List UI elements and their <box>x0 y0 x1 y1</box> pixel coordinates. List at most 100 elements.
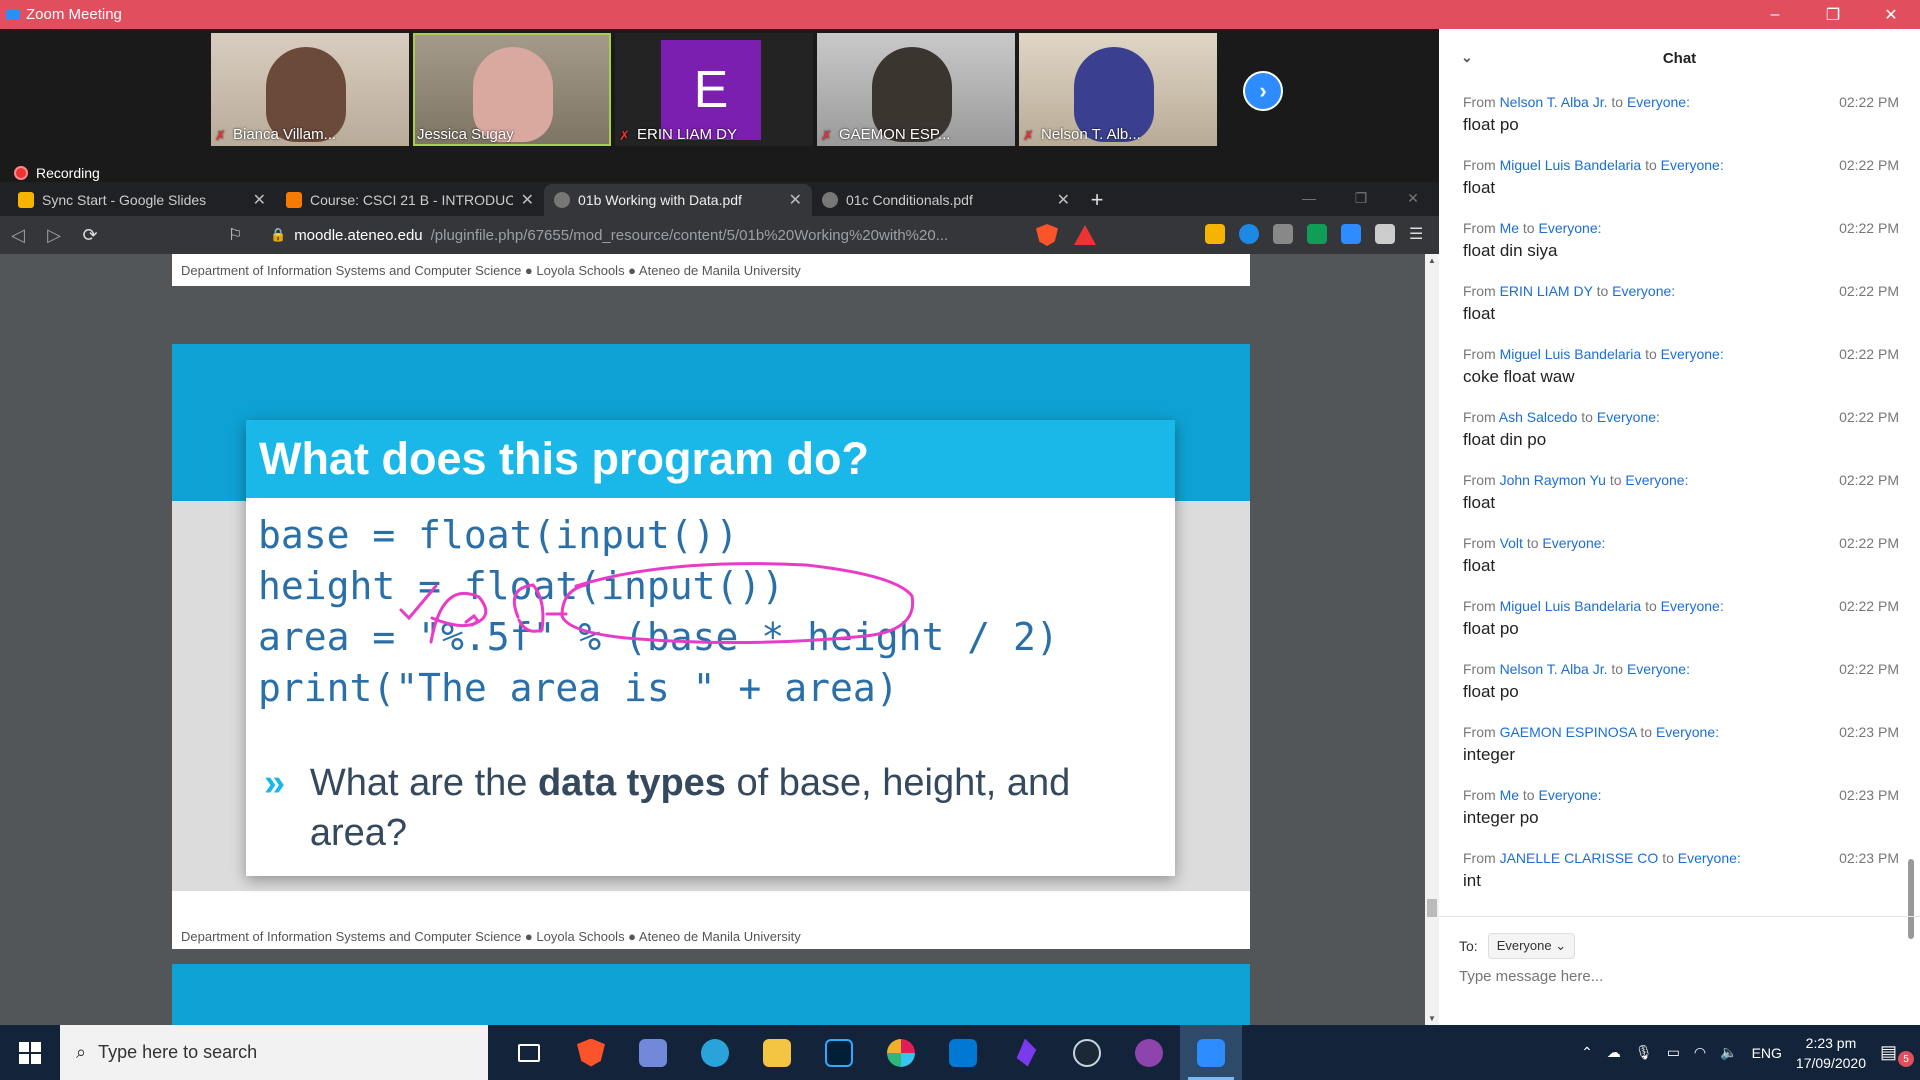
onedrive-icon[interactable]: ☁ <box>1607 1044 1621 1061</box>
recipient-name[interactable]: Everyone <box>1678 850 1737 866</box>
browser-close-button[interactable]: ✕ <box>1387 182 1439 214</box>
recipient-name[interactable]: Everyone <box>1661 157 1720 173</box>
close-button[interactable]: ✕ <box>1862 0 1920 29</box>
recipient-name[interactable]: Everyone <box>1661 346 1720 362</box>
sender-name[interactable]: GAEMON ESPINOSA <box>1500 724 1637 740</box>
next-participants-button[interactable]: › <box>1243 71 1283 111</box>
close-tab-icon[interactable]: ✕ <box>1057 190 1070 210</box>
sender-name[interactable]: Miguel Luis Bandelaria <box>1500 346 1642 362</box>
browser-restore-button[interactable]: ❐ <box>1335 182 1387 214</box>
telegram-icon[interactable] <box>684 1025 746 1080</box>
message-text: integer po <box>1463 808 1539 827</box>
slack-icon[interactable] <box>870 1025 932 1080</box>
obsidian-icon[interactable] <box>994 1025 1056 1080</box>
scroll-thumb[interactable] <box>1427 899 1437 917</box>
taskbar-search[interactable]: ⌕ Type here to search <box>60 1025 488 1080</box>
pdf-viewer[interactable]: Department of Information Systems and Co… <box>0 254 1425 1025</box>
vscode-icon[interactable] <box>932 1025 994 1080</box>
menu-icon[interactable]: ☰ <box>1409 224 1429 244</box>
forward-icon[interactable]: ▷ <box>36 225 72 246</box>
zoom-extension-icon[interactable] <box>1341 224 1361 244</box>
sender-name[interactable]: Me <box>1500 220 1519 236</box>
chevron-up-icon[interactable]: ⌃ <box>1581 1044 1593 1061</box>
close-tab-icon[interactable]: ✕ <box>521 190 534 210</box>
chat-scrollbar[interactable] <box>1908 89 1916 939</box>
chat-message-meta: From ERIN LIAM DY to Everyone: 02:22 PM <box>1463 283 1899 299</box>
c-extension-icon[interactable] <box>1239 224 1259 244</box>
microphone-icon[interactable]: 🎙 <box>1635 1044 1653 1061</box>
notes-extension-icon[interactable] <box>1205 224 1225 244</box>
puzzle-extensions-icon[interactable] <box>1375 224 1395 244</box>
recipient-name[interactable]: Everyone <box>1612 283 1671 299</box>
steam-icon[interactable] <box>1056 1025 1118 1080</box>
browser-minimize-button[interactable]: — <box>1283 182 1335 214</box>
sender-name[interactable]: Miguel Luis Bandelaria <box>1500 157 1642 173</box>
search-placeholder: Type here to search <box>98 1042 258 1062</box>
sender-name[interactable]: JANELLE CLARISSE CO <box>1500 850 1659 866</box>
file-explorer-icon[interactable] <box>746 1025 808 1080</box>
recipient-name[interactable]: Everyone <box>1656 724 1715 740</box>
sender-name[interactable]: ERIN LIAM DY <box>1500 283 1593 299</box>
pdf-scrollbar[interactable]: ▲ ▼ <box>1425 254 1439 1025</box>
notification-center-icon[interactable]: ▤ 5 <box>1880 1042 1914 1067</box>
back-icon[interactable]: ◁ <box>0 225 36 246</box>
language-indicator[interactable]: ENG <box>1752 1045 1782 1061</box>
recording-label: Recording <box>36 165 100 181</box>
recipient-name[interactable]: Everyone <box>1661 598 1720 614</box>
sender-name[interactable]: Volt <box>1500 535 1523 551</box>
browser-tab-active[interactable]: 01b Working with Data.pdf ✕ <box>544 184 812 216</box>
brave-shield-icon[interactable] <box>1036 224 1058 246</box>
sender-name[interactable]: Nelson T. Alba Jr. <box>1500 661 1608 677</box>
sheets-extension-icon[interactable] <box>1307 224 1327 244</box>
chat-message-input[interactable] <box>1459 968 1899 985</box>
recipient-name[interactable]: Everyone <box>1597 409 1656 425</box>
address-bar[interactable]: 🔒 moodle.ateneo.edu/pluginfile.php/67655… <box>264 220 1024 250</box>
sender-name[interactable]: John Raymon Yu <box>1500 472 1606 488</box>
recipient-name[interactable]: Everyone <box>1538 787 1597 803</box>
new-tab-button[interactable]: + <box>1080 184 1114 216</box>
recipient-name[interactable]: Everyone <box>1627 94 1686 110</box>
participant-video[interactable]: ✗ Nelson T. Alb... <box>1019 33 1217 146</box>
reload-icon[interactable]: ⟳ <box>72 225 108 246</box>
minimize-button[interactable]: – <box>1746 0 1804 29</box>
brave-icon[interactable] <box>560 1025 622 1080</box>
lightbulb-extension-icon[interactable] <box>1273 224 1293 244</box>
scroll-up-icon[interactable]: ▲ <box>1428 256 1436 265</box>
participant-video[interactable]: E ✗ ERIN LIAM DY <box>615 33 813 146</box>
bookmark-icon[interactable]: ⚐ <box>228 225 252 245</box>
close-tab-icon[interactable]: ✕ <box>789 190 802 210</box>
brave-rewards-icon[interactable] <box>1074 225 1096 245</box>
participant-video[interactable]: ✗ GAEMON ESP... <box>817 33 1015 146</box>
volume-icon[interactable]: 🔈 <box>1720 1044 1737 1061</box>
github-icon[interactable] <box>1118 1025 1180 1080</box>
recording-indicator[interactable]: Recording <box>14 165 100 181</box>
pdf-page-footer-area: Department of Information Systems and Co… <box>172 924 1250 949</box>
sender-name[interactable]: Ash Salcedo <box>1499 409 1578 425</box>
close-tab-icon[interactable]: ✕ <box>253 190 266 210</box>
recipient-name[interactable]: Everyone <box>1625 472 1684 488</box>
moodle-favicon-icon <box>286 192 302 208</box>
battery-icon[interactable]: ▭ <box>1667 1044 1680 1061</box>
recipient-name[interactable]: Everyone <box>1627 661 1686 677</box>
participant-video[interactable]: ✗ Bianca Villam... <box>211 33 409 146</box>
recipient-name[interactable]: Everyone <box>1542 535 1601 551</box>
restore-button[interactable]: ❐ <box>1804 0 1862 29</box>
sender-name[interactable]: Nelson T. Alba Jr. <box>1500 94 1608 110</box>
browser-tab[interactable]: Course: CSCI 21 B - INTRODUCTIO ✕ <box>276 184 544 216</box>
browser-tab[interactable]: Sync Start - Google Slides ✕ <box>8 184 276 216</box>
recipient-select[interactable]: Everyone ⌄ <box>1487 933 1576 959</box>
zoom-app-icon[interactable] <box>1180 1025 1242 1080</box>
wifi-icon[interactable]: ◠ <box>1694 1044 1706 1061</box>
recipient-name[interactable]: Everyone <box>1538 220 1597 236</box>
start-button[interactable] <box>0 1025 60 1080</box>
sender-name[interactable]: Miguel Luis Bandelaria <box>1500 598 1642 614</box>
scroll-down-icon[interactable]: ▼ <box>1428 1014 1436 1023</box>
photoshop-icon[interactable] <box>808 1025 870 1080</box>
task-view-icon[interactable] <box>498 1025 560 1080</box>
clock[interactable]: 2:23 pm 17/09/2020 <box>1796 1033 1866 1073</box>
chevron-down-icon[interactable]: ⌄ <box>1461 49 1473 66</box>
participant-video-active-speaker[interactable]: Jessica Sugay <box>413 33 611 146</box>
browser-tab[interactable]: 01c Conditionals.pdf ✕ <box>812 184 1080 216</box>
sender-name[interactable]: Me <box>1500 787 1519 803</box>
discord-icon[interactable] <box>622 1025 684 1080</box>
